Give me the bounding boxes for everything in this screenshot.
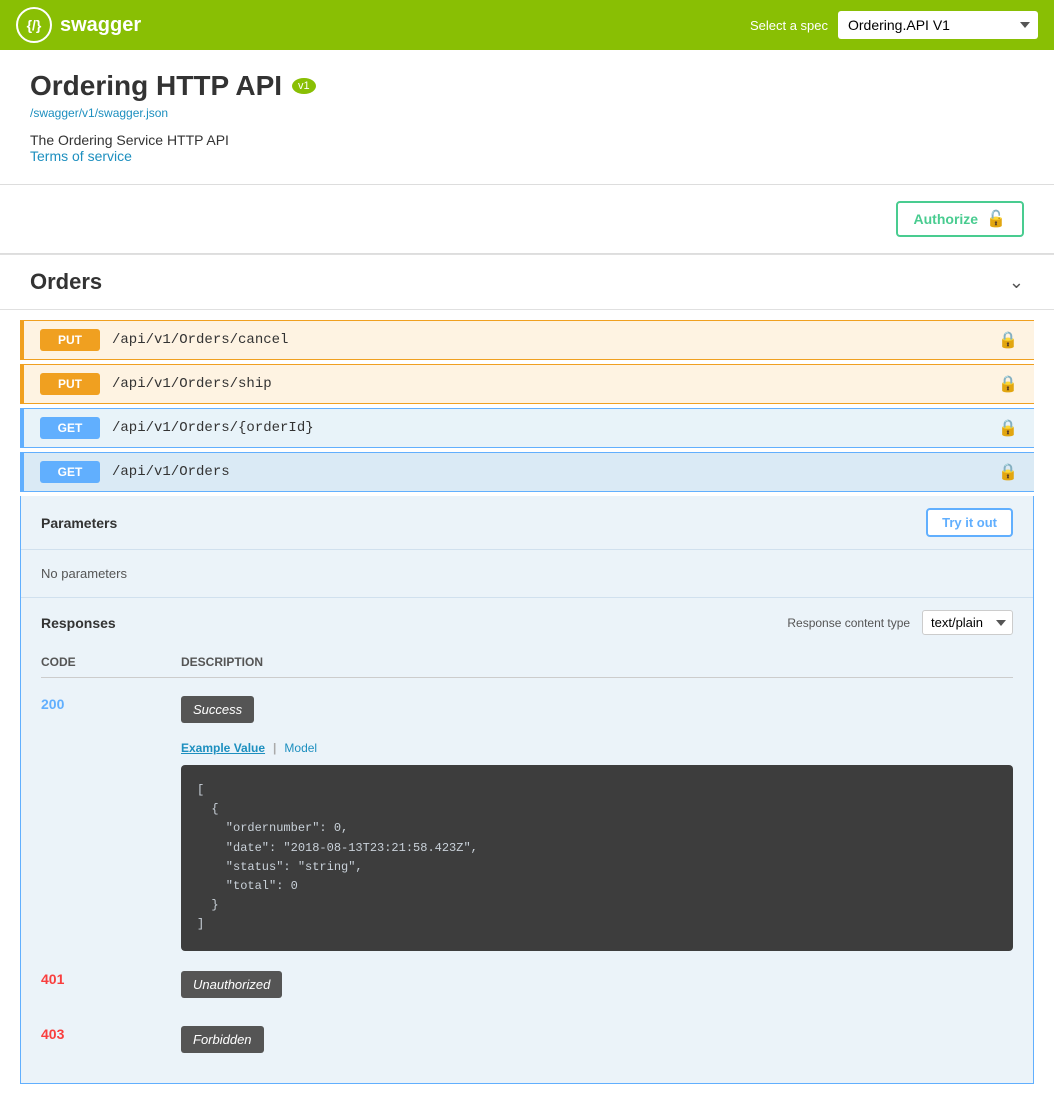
navbar: {/} swagger Select a spec Ordering.API V… xyxy=(0,0,1054,50)
response-desc-403: Forbidden xyxy=(181,1026,1013,1061)
responses-header: Responses Response content type text/pla… xyxy=(41,610,1013,635)
response-code-401: 401 xyxy=(41,971,181,987)
response-desc-200: Success Example Value Model [ { "ordernu… xyxy=(181,696,1013,951)
orders-section-title: Orders xyxy=(30,269,102,295)
endpoint-get-orders[interactable]: GET /api/v1/Orders 🔒 xyxy=(20,452,1034,492)
no-params-label: No parameters xyxy=(41,566,127,581)
page-content: Ordering HTTP API v1 /swagger/v1/swagger… xyxy=(0,50,1054,1098)
parameters-header: Parameters Try it out xyxy=(21,496,1033,550)
response-row-401: 401 Unauthorized xyxy=(41,961,1013,1016)
endpoint-path-orderid: /api/v1/Orders/{orderId} xyxy=(112,420,998,436)
api-title: Ordering HTTP API xyxy=(30,70,282,102)
orders-section: Orders ⌄ PUT /api/v1/Orders/cancel 🔒 PUT… xyxy=(0,254,1054,1098)
endpoint-put-cancel[interactable]: PUT /api/v1/Orders/cancel 🔒 xyxy=(20,320,1034,360)
response-code-403: 403 xyxy=(41,1026,181,1042)
try-it-out-button[interactable]: Try it out xyxy=(926,508,1013,537)
orders-section-header[interactable]: Orders ⌄ xyxy=(0,254,1054,310)
responses-title: Responses xyxy=(41,615,116,631)
parameters-title: Parameters xyxy=(41,515,117,531)
responses-section: Responses Response content type text/pla… xyxy=(21,597,1033,1083)
lock-icon-orders: 🔒 xyxy=(998,462,1018,482)
put-badge-ship: PUT xyxy=(40,373,100,395)
endpoints-list: PUT /api/v1/Orders/cancel 🔒 PUT /api/v1/… xyxy=(0,310,1054,1098)
content-type-wrapper: Response content type text/plain xyxy=(787,610,1013,635)
endpoint-path-cancel: /api/v1/Orders/cancel xyxy=(112,332,998,348)
no-params-text: No parameters xyxy=(21,550,1033,597)
lock-icon-orderid: 🔒 xyxy=(998,418,1018,438)
spec-selector[interactable]: Ordering.API V1 xyxy=(838,11,1038,39)
response-status-401: Unauthorized xyxy=(181,971,282,998)
lock-icon-cancel: 🔒 xyxy=(998,330,1018,350)
response-row-200: 200 Success Example Value Model [ { "ord… xyxy=(41,686,1013,961)
api-description: The Ordering Service HTTP API xyxy=(30,132,1024,148)
logo-symbol: {/} xyxy=(27,17,42,33)
brand-name: swagger xyxy=(60,14,141,37)
lock-icon: 🔓 xyxy=(986,209,1006,229)
example-tabs-200: Example Value Model xyxy=(181,739,1013,757)
code-block-200: [ { "ordernumber": 0, "date": "2018-08-1… xyxy=(181,765,1013,951)
example-value-tab[interactable]: Example Value xyxy=(181,739,284,757)
chevron-down-icon: ⌄ xyxy=(1009,272,1024,293)
response-code-200: 200 xyxy=(41,696,181,712)
authorize-button[interactable]: Authorize 🔓 xyxy=(896,201,1024,237)
responses-table: Code Description 200 Success Example Val… xyxy=(41,647,1013,1071)
swagger-logo-icon: {/} xyxy=(16,7,52,43)
content-type-label: Response content type xyxy=(787,616,910,630)
terms-link[interactable]: Terms of service xyxy=(30,148,132,164)
response-status-200: Success xyxy=(181,696,254,723)
endpoint-detail-get-orders: Parameters Try it out No parameters Resp… xyxy=(20,496,1034,1084)
col-desc-header: Description xyxy=(181,655,1013,669)
authorize-section: Authorize 🔓 xyxy=(0,185,1054,254)
get-badge-orderid: GET xyxy=(40,417,100,439)
table-header-row: Code Description xyxy=(41,647,1013,678)
api-header: Ordering HTTP API v1 /swagger/v1/swagger… xyxy=(0,50,1054,185)
response-row-403: 403 Forbidden xyxy=(41,1016,1013,1071)
endpoint-get-orderid[interactable]: GET /api/v1/Orders/{orderId} 🔒 xyxy=(20,408,1034,448)
authorize-label: Authorize xyxy=(914,211,979,227)
api-version-badge: v1 xyxy=(292,78,316,94)
api-title-row: Ordering HTTP API v1 xyxy=(30,70,1024,102)
model-tab[interactable]: Model xyxy=(284,739,325,757)
lock-icon-ship: 🔒 xyxy=(998,374,1018,394)
content-type-select[interactable]: text/plain xyxy=(922,610,1013,635)
navbar-right: Select a spec Ordering.API V1 xyxy=(750,11,1038,39)
endpoint-put-ship[interactable]: PUT /api/v1/Orders/ship 🔒 xyxy=(20,364,1034,404)
endpoint-path-ship: /api/v1/Orders/ship xyxy=(112,376,998,392)
endpoint-path-orders: /api/v1/Orders xyxy=(112,464,998,480)
api-url-link[interactable]: /swagger/v1/swagger.json xyxy=(30,106,1024,120)
response-desc-401: Unauthorized xyxy=(181,971,1013,1006)
response-status-403: Forbidden xyxy=(181,1026,264,1053)
col-code-header: Code xyxy=(41,655,181,669)
put-badge-cancel: PUT xyxy=(40,329,100,351)
spec-select-label: Select a spec xyxy=(750,18,828,33)
get-badge-orders: GET xyxy=(40,461,100,483)
brand-logo: {/} swagger xyxy=(16,7,141,43)
